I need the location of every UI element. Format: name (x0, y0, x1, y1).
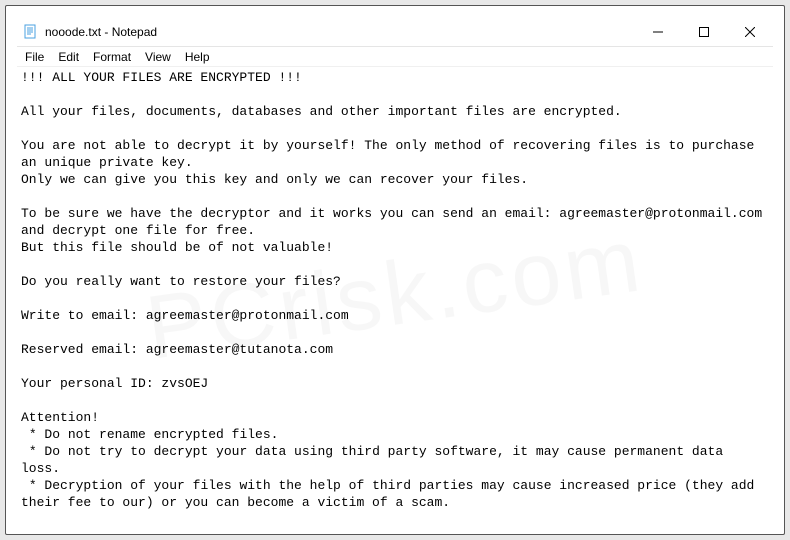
notepad-icon (23, 24, 39, 40)
watermark: PCrisk.com (146, 252, 644, 338)
titlebar: nooode.txt - Notepad (17, 17, 773, 47)
document-text: !!! ALL YOUR FILES ARE ENCRYPTED !!! All… (21, 70, 773, 510)
notepad-window: nooode.txt - Notepad File Edit Format Vi… (17, 17, 773, 523)
menu-format[interactable]: Format (87, 49, 137, 65)
menu-edit[interactable]: Edit (52, 49, 85, 65)
menu-help[interactable]: Help (179, 49, 216, 65)
menubar: File Edit Format View Help (17, 47, 773, 67)
outer-frame: nooode.txt - Notepad File Edit Format Vi… (5, 5, 785, 535)
close-button[interactable] (727, 17, 773, 46)
menu-file[interactable]: File (19, 49, 50, 65)
text-area[interactable]: !!! ALL YOUR FILES ARE ENCRYPTED !!! All… (17, 67, 773, 523)
maximize-button[interactable] (681, 17, 727, 46)
minimize-button[interactable] (635, 17, 681, 46)
window-controls (635, 17, 773, 46)
menu-view[interactable]: View (139, 49, 177, 65)
window-title: nooode.txt - Notepad (45, 25, 157, 39)
